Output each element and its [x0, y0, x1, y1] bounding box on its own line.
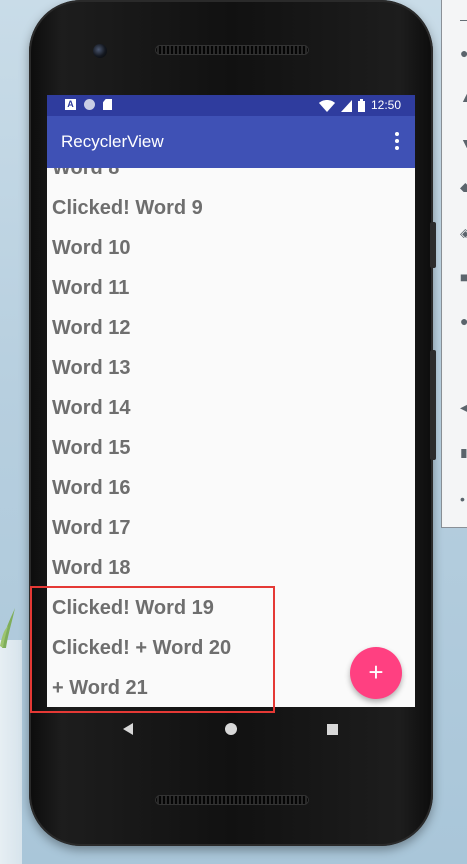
plant-decoration — [0, 608, 15, 648]
screenshot-icon[interactable]: ■ — [460, 272, 467, 282]
volume-down-icon[interactable]: ▼ — [460, 138, 467, 148]
phone-power-button — [430, 222, 436, 268]
add-icon: + — [368, 657, 384, 687]
signal-icon — [340, 99, 352, 112]
bottom-speaker — [155, 795, 309, 805]
list-item[interactable]: Word 15 — [47, 428, 415, 468]
minimize-icon[interactable]: – — [460, 14, 467, 24]
volume-up-icon[interactable]: ▲ — [460, 92, 467, 102]
battery-icon — [357, 99, 365, 112]
back-icon[interactable] — [123, 723, 133, 735]
more-vert-icon[interactable] — [395, 132, 399, 150]
phone-volume-button — [430, 350, 436, 460]
list-item[interactable]: Word 14 — [47, 388, 415, 428]
recents-icon[interactable] — [327, 724, 338, 735]
home-control-icon[interactable]: ▮ — [460, 448, 467, 458]
rotate-left-icon[interactable]: ◆ — [460, 182, 467, 192]
zoom-icon[interactable]: ● — [460, 316, 467, 326]
list-item[interactable]: Word 18 — [47, 548, 415, 588]
emulator-side-toolbar: – ● ▲ ▼ ◆ ◈ ■ ● ◀ ▮ • — [441, 0, 467, 528]
more-control-icon[interactable]: • — [460, 494, 467, 504]
add-fab-button[interactable]: + — [350, 647, 402, 699]
list-item[interactable]: Word 17 — [47, 508, 415, 548]
list-item[interactable]: Word 10 — [47, 228, 415, 268]
app-title: RecyclerView — [61, 132, 164, 151]
list-item[interactable]: Word 11 — [47, 268, 415, 308]
rotate-right-icon[interactable]: ◈ — [460, 228, 467, 238]
status-time: 12:50 — [370, 98, 401, 112]
list-item[interactable]: Clicked! Word 9 — [47, 188, 415, 228]
sd-card-icon — [103, 99, 112, 110]
list-item[interactable]: Word 8 — [47, 168, 415, 188]
back-control-icon[interactable]: ◀ — [460, 402, 467, 412]
navigation-bar — [47, 707, 415, 753]
top-speaker — [155, 45, 309, 55]
list-item[interactable]: Word 12 — [47, 308, 415, 348]
power-icon[interactable]: ● — [460, 48, 467, 58]
circle-notification-icon — [84, 99, 95, 110]
annotation-highlight-box — [30, 586, 275, 713]
status-bar: A 12:50 — [47, 95, 415, 116]
home-icon[interactable] — [225, 723, 237, 735]
list-item[interactable]: Word 13 — [47, 348, 415, 388]
a-notification-icon: A — [65, 99, 76, 110]
front-camera — [93, 44, 107, 58]
list-item[interactable]: Word 16 — [47, 468, 415, 508]
app-bar: RecyclerView — [47, 116, 415, 168]
wifi-icon — [318, 99, 335, 112]
background-vase — [0, 640, 22, 864]
